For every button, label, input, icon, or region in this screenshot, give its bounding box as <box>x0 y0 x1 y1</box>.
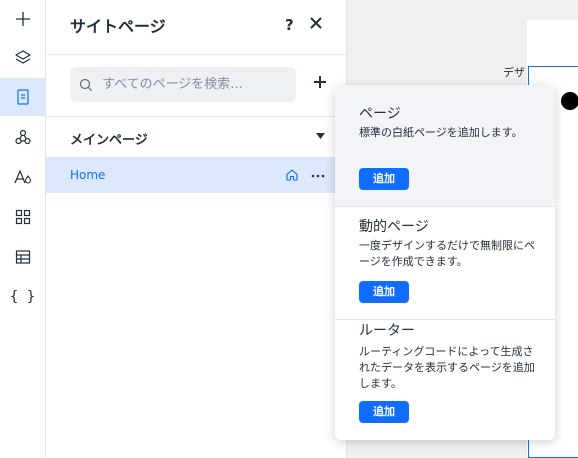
pages-icon <box>16 89 29 105</box>
option-router[interactable]: ルーター ルーティングコードによって生成されたデータを表示するページを追加します… <box>335 320 555 440</box>
search-box <box>70 67 296 102</box>
theme-button[interactable] <box>0 158 45 196</box>
canvas-element-dot <box>561 92 578 110</box>
table-icon <box>15 250 30 264</box>
close-icon[interactable] <box>308 15 324 31</box>
add-page-menu: ページ 標準の白紙ページを追加します。 追加 動的ページ 一度デザインするだけで… <box>335 85 555 440</box>
panel-title: サイトページ <box>70 17 166 36</box>
layers-icon <box>14 50 31 64</box>
app-market-button[interactable] <box>0 198 45 236</box>
caret-down-icon[interactable] <box>316 133 325 139</box>
apps-button[interactable] <box>0 118 45 156</box>
option-description: ルーティングコードによって生成されたデータを表示するページを追加します。 <box>359 345 535 390</box>
add-elements-button[interactable] <box>0 0 45 38</box>
add-dynamic-page-button[interactable]: 追加 <box>359 281 409 303</box>
theme-text-icon <box>13 169 31 184</box>
home-icon <box>286 169 298 181</box>
left-rail: { } <box>0 0 46 458</box>
main-pages-section[interactable]: メインページ <box>46 116 346 157</box>
add-blank-page-button[interactable]: 追加 <box>359 168 409 190</box>
page-item-label: Home <box>70 168 106 182</box>
apps-network-icon <box>14 129 31 145</box>
plus-icon <box>15 12 30 26</box>
pages-button[interactable] <box>0 78 45 116</box>
canvas-text-snippet: デザ <box>503 66 525 79</box>
dev-mode-button[interactable]: { } <box>0 278 45 316</box>
site-pages-panel: サイトページ ? メインページ Home <box>46 0 347 458</box>
page-item-home[interactable]: Home <box>46 157 346 193</box>
help-button[interactable]: ? <box>285 16 294 34</box>
app-grid-icon <box>15 209 30 225</box>
cms-button[interactable] <box>0 238 45 276</box>
code-braces-icon: { } <box>9 289 36 305</box>
layers-button[interactable] <box>0 38 45 76</box>
option-dynamic-page[interactable]: 動的ページ 一度デザインするだけで無制限にページを作成できます。 追加 <box>335 207 555 319</box>
add-page-plus-icon[interactable] <box>312 74 328 90</box>
option-description: 標準の白紙ページを追加します。 <box>359 126 523 139</box>
more-actions-icon[interactable] <box>311 174 325 178</box>
panel-header: サイトページ ? <box>46 0 346 55</box>
section-label: メインページ <box>70 133 148 148</box>
option-title: ページ <box>359 106 401 122</box>
search-input[interactable] <box>102 67 292 102</box>
option-title: 動的ページ <box>359 219 429 235</box>
option-description: 一度デザインするだけで無制限にページを作成できます。 <box>359 239 535 268</box>
search-icon <box>79 78 93 92</box>
option-blank-page[interactable]: ページ 標準の白紙ページを追加します。 追加 <box>335 85 555 206</box>
add-router-button[interactable]: 追加 <box>359 401 409 423</box>
option-title: ルーター <box>359 323 415 339</box>
